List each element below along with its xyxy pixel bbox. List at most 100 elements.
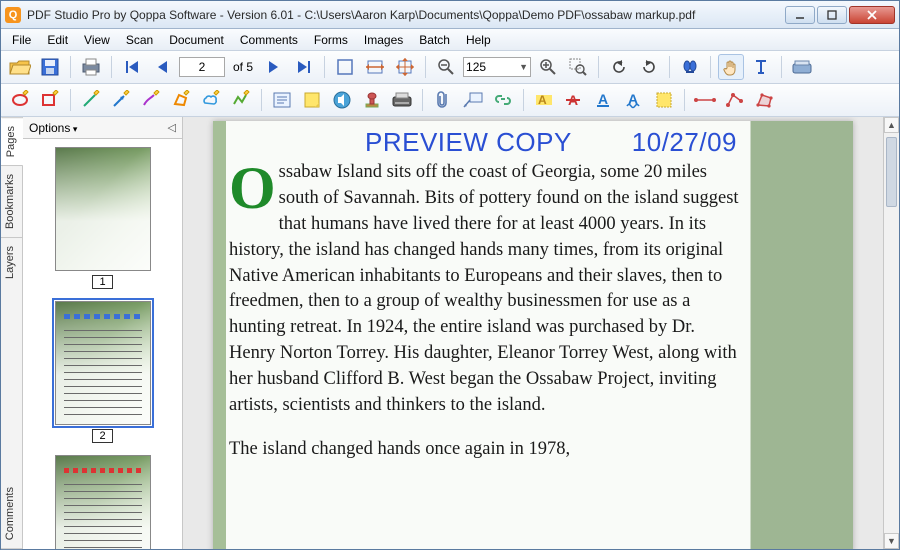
menu-scan[interactable]: Scan xyxy=(119,31,160,49)
toolbar-annotations: A A A A xyxy=(1,84,899,117)
arrow-tool-button[interactable] xyxy=(108,87,134,113)
area-highlight-button[interactable] xyxy=(651,87,677,113)
squiggly-text-button[interactable]: A xyxy=(621,87,647,113)
sticky-note-button[interactable] xyxy=(299,87,325,113)
thumbnail-page-1[interactable] xyxy=(55,147,151,271)
thumbnails-header: Options ◁ xyxy=(23,117,182,139)
thumbnails-options-menu[interactable]: Options xyxy=(29,121,77,135)
window-buttons xyxy=(785,6,895,24)
dropcap: O xyxy=(229,162,279,214)
polyline-tool-button[interactable] xyxy=(228,87,254,113)
last-page-button[interactable] xyxy=(291,54,317,80)
highlight-text-button[interactable]: A xyxy=(531,87,557,113)
open-button[interactable] xyxy=(7,54,33,80)
save-button[interactable] xyxy=(37,54,63,80)
chevron-down-icon: ▼ xyxy=(519,62,528,72)
document-viewport[interactable]: PREVIEW COPY 10/27/09 Ossabaw Island sit… xyxy=(183,117,899,549)
scroll-thumb[interactable] xyxy=(886,137,897,207)
menu-forms[interactable]: Forms xyxy=(307,31,355,49)
hand-tool-button[interactable] xyxy=(718,54,744,80)
attach-file-button[interactable] xyxy=(430,87,456,113)
fit-width-button[interactable] xyxy=(362,54,388,80)
menu-view[interactable]: View xyxy=(77,31,117,49)
circle-tool-button[interactable] xyxy=(7,87,33,113)
maximize-button[interactable] xyxy=(817,6,847,24)
zoom-select[interactable]: 125 ▼ xyxy=(463,57,531,77)
strikeout-text-button[interactable]: A xyxy=(561,87,587,113)
menubar: File Edit View Scan Document Comments Fo… xyxy=(1,29,899,51)
paragraph-1-text: ssabaw Island sits off the coast of Geor… xyxy=(229,162,739,415)
thumbnail-number: 1 xyxy=(92,275,112,289)
text-select-tool-button[interactable] xyxy=(748,54,774,80)
zoom-value: 125 xyxy=(466,60,486,74)
scroll-track[interactable] xyxy=(884,133,899,533)
sidetab-layers[interactable]: Layers xyxy=(1,237,22,287)
first-page-button[interactable] xyxy=(119,54,145,80)
distance-tool-button[interactable] xyxy=(692,87,718,113)
print-button[interactable] xyxy=(78,54,104,80)
app-window: Q PDF Studio Pro by Qoppa Software - Ver… xyxy=(0,0,900,550)
separator xyxy=(70,56,71,78)
zoom-out-button[interactable] xyxy=(433,54,459,80)
zoom-in-button[interactable] xyxy=(535,54,561,80)
thumbnail-page-2[interactable] xyxy=(55,301,151,425)
line-tool-button[interactable] xyxy=(78,87,104,113)
vertical-scrollbar[interactable]: ▲ ▼ xyxy=(883,117,899,549)
menu-comments[interactable]: Comments xyxy=(233,31,305,49)
thumbnail-page-3[interactable] xyxy=(55,455,151,549)
pencil-tool-button[interactable] xyxy=(138,87,164,113)
menu-help[interactable]: Help xyxy=(459,31,498,49)
separator xyxy=(422,89,423,111)
close-button[interactable] xyxy=(849,6,895,24)
area-tool-button[interactable] xyxy=(752,87,778,113)
menu-images[interactable]: Images xyxy=(357,31,410,49)
thumbnail-item[interactable]: 2 xyxy=(31,301,174,443)
search-button[interactable] xyxy=(677,54,703,80)
underline-text-button[interactable]: A xyxy=(591,87,617,113)
separator xyxy=(70,89,71,111)
prev-page-button[interactable] xyxy=(149,54,175,80)
menu-edit[interactable]: Edit xyxy=(40,31,75,49)
typewriter-button[interactable] xyxy=(389,87,415,113)
thumbnails-panel: Options ◁ 1 2 3 xyxy=(23,117,183,549)
menu-batch[interactable]: Batch xyxy=(412,31,457,49)
sidetab-bookmarks[interactable]: Bookmarks xyxy=(1,165,22,237)
thumbnail-item[interactable]: 1 xyxy=(31,147,174,289)
sidetab-comments[interactable]: Comments xyxy=(1,479,22,549)
menu-document[interactable]: Document xyxy=(162,31,231,49)
body: Pages Bookmarks Layers Comments Options … xyxy=(1,117,899,549)
minimize-button[interactable] xyxy=(785,6,815,24)
polygon-tool-button[interactable] xyxy=(168,87,194,113)
pdf-page[interactable]: PREVIEW COPY 10/27/09 Ossabaw Island sit… xyxy=(213,121,853,549)
watermark-text: PREVIEW COPY xyxy=(365,127,572,158)
separator xyxy=(684,89,685,111)
collapse-panel-button[interactable]: ◁ xyxy=(168,121,176,134)
link-button[interactable] xyxy=(490,87,516,113)
separator xyxy=(261,89,262,111)
stamp-button[interactable] xyxy=(359,87,385,113)
separator xyxy=(710,56,711,78)
text-box-button[interactable] xyxy=(269,87,295,113)
scroll-up-button[interactable]: ▲ xyxy=(884,117,899,133)
sound-button[interactable] xyxy=(329,87,355,113)
thumbnail-item[interactable]: 3 xyxy=(31,455,174,549)
thumbnails-list[interactable]: 1 2 3 xyxy=(23,139,182,549)
callout-button[interactable] xyxy=(460,87,486,113)
rotate-ccw-button[interactable] xyxy=(606,54,632,80)
perimeter-tool-button[interactable] xyxy=(722,87,748,113)
sidetab-pages[interactable]: Pages xyxy=(1,117,23,165)
titlebar[interactable]: Q PDF Studio Pro by Qoppa Software - Ver… xyxy=(1,1,899,29)
fit-page-button[interactable] xyxy=(392,54,418,80)
page-number-input[interactable] xyxy=(179,57,225,77)
watermark: PREVIEW COPY 10/27/09 xyxy=(229,127,743,158)
marquee-zoom-button[interactable] xyxy=(565,54,591,80)
cloud-tool-button[interactable] xyxy=(198,87,224,113)
square-tool-button[interactable] xyxy=(37,87,63,113)
next-page-button[interactable] xyxy=(261,54,287,80)
scroll-down-button[interactable]: ▼ xyxy=(884,533,899,549)
actual-size-button[interactable] xyxy=(332,54,358,80)
scan-button[interactable] xyxy=(789,54,815,80)
menu-file[interactable]: File xyxy=(5,31,38,49)
rotate-cw-button[interactable] xyxy=(636,54,662,80)
separator xyxy=(324,56,325,78)
